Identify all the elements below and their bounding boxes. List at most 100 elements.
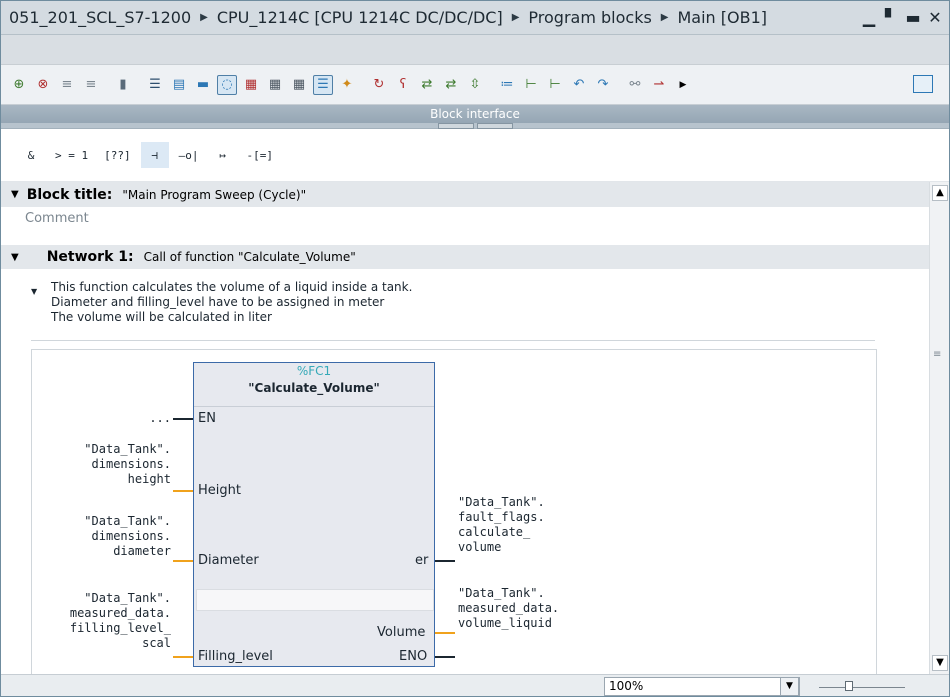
append-row-icon[interactable]: ≡ <box>81 75 101 95</box>
absolute-relative-icon[interactable]: ☰ <box>145 75 165 95</box>
function-block-header: %FC1 "Calculate_Volume" <box>194 363 434 407</box>
block-name[interactable]: "Calculate_Volume" <box>194 381 434 395</box>
network-comment[interactable]: ▼ This function calculates the volume of… <box>31 280 413 325</box>
operand-line: scal <box>142 636 171 650</box>
pin-filler <box>196 589 434 611</box>
modify-icon[interactable]: ʕ <box>393 75 413 95</box>
pin-filling-level: Filling_level <box>198 649 273 664</box>
network-title[interactable]: Call of function "Calculate_Volume" <box>144 250 356 264</box>
filling-level-wire <box>173 656 193 658</box>
operand-line: "Data_Tank". <box>84 591 171 605</box>
insert-row-icon[interactable]: ≡ <box>57 75 77 95</box>
open-branch-button[interactable]: ⊣ <box>140 142 169 168</box>
block-comment[interactable]: Comment <box>1 207 929 229</box>
block-interface-bar[interactable]: Block interface <box>1 105 949 123</box>
breadcrumb-program-blocks[interactable]: Program blocks <box>528 8 651 27</box>
split-view-icon[interactable] <box>913 75 933 93</box>
volume-wire <box>435 632 455 634</box>
chevron-right-icon: ▶ <box>200 12 208 23</box>
network-comments-icon[interactable]: ◌ <box>217 74 237 95</box>
block-title-label: Block title: <box>26 186 113 203</box>
breadcrumb: 051_201_SCL_S7-1200 ▶ CPU_1214C [CPU 121… <box>1 8 767 27</box>
function-block-calculate-volume[interactable]: %FC1 "Calculate_Volume" <box>193 362 435 667</box>
and-box-button[interactable]: & <box>17 142 45 168</box>
layout-icon[interactable]: ⇀ <box>649 75 669 95</box>
reset-icon[interactable]: ↻ <box>369 75 389 95</box>
breakpoint-icon[interactable]: ▦ <box>265 75 285 95</box>
scroll-up-icon[interactable]: ▲ <box>932 185 948 201</box>
or-box-button[interactable]: > = 1 <box>49 142 94 168</box>
zoom-select[interactable]: 100% ▼ <box>604 677 800 696</box>
operand-line: filling_level_ <box>69 621 171 635</box>
network-comment-line: This function calculates the volume of a… <box>51 280 413 294</box>
collapse-triangle-icon[interactable]: ▼ <box>11 189 19 200</box>
zoom-value: 100% <box>609 679 644 693</box>
negate-contact-button[interactable]: —o| <box>173 142 205 168</box>
pin-en: EN <box>198 411 216 426</box>
collapse-triangle-icon[interactable]: ▼ <box>11 252 19 263</box>
compare-icon[interactable]: ⊢ <box>545 75 565 95</box>
operand-volume[interactable]: "Data_Tank". measured_data. volume_liqui… <box>458 586 598 631</box>
divider <box>31 340 875 341</box>
share-icon[interactable]: ↷ <box>593 75 613 95</box>
delete-network-icon[interactable]: ⊗ <box>33 75 53 95</box>
network-comment-line: Diameter and filling_level have to be as… <box>51 295 385 309</box>
breadcrumb-cpu[interactable]: CPU_1214C [CPU 1214C DC/DC/DC] <box>217 8 503 27</box>
close-networks-icon[interactable]: ▬ <box>193 75 213 95</box>
toolbar-overflow-icon[interactable]: ▶ <box>673 75 693 95</box>
reload-icon[interactable]: ↶ <box>569 75 589 95</box>
update-icon[interactable]: ⇄ <box>441 75 461 95</box>
scroll-down-icon[interactable]: ▼ <box>932 655 948 671</box>
block-title-row[interactable]: ▼ Block title: "Main Program Sweep (Cycl… <box>1 182 929 207</box>
chevron-down-icon[interactable]: ▼ <box>780 677 799 696</box>
network-comment-line: The volume will be calculated in liter <box>51 310 272 324</box>
call-hierarchy-icon[interactable]: ▦ <box>289 75 309 95</box>
maximize-icon[interactable]: ▬ <box>905 7 921 27</box>
reset-start-values-icon[interactable]: ▮ <box>113 75 133 95</box>
operand-en[interactable]: ... <box>121 411 171 426</box>
assignment-button[interactable]: ↦ <box>209 142 237 168</box>
open-networks-icon[interactable]: ▤ <box>169 75 189 95</box>
list-icon[interactable]: ≔ <box>497 75 517 95</box>
operand-line: calculate_ <box>458 525 531 539</box>
jump-icon[interactable]: ⇳ <box>465 75 485 95</box>
empty-box-button[interactable]: [??] <box>98 142 137 168</box>
close-icon[interactable]: ✕ <box>927 7 943 27</box>
favorites-icon[interactable]: ▦ <box>241 75 261 95</box>
operand-line: dimensions. <box>91 457 171 471</box>
operand-line: height <box>127 472 171 486</box>
breadcrumb-main[interactable]: Main [OB1] <box>678 8 768 27</box>
insert-network-icon[interactable]: ⊕ <box>9 75 29 95</box>
slider-thumb[interactable] <box>845 681 853 691</box>
rung-icon[interactable]: ⊢ <box>521 75 541 95</box>
er-wire <box>435 560 455 562</box>
float-icon[interactable]: ▘ <box>883 7 899 27</box>
show-more-icon[interactable]: ⚯ <box>625 75 645 95</box>
diameter-wire <box>173 560 193 562</box>
toolbar: ⊕ ⊗ ≡ ≡ ▮ ☰ ▤ ▬ ◌ ▦ ▦ ▦ ☰ ✦ ↻ ʕ ⇄ ⇄ ⇳ ≔ … <box>1 65 949 105</box>
monitor-icon[interactable]: ✦ <box>337 75 357 95</box>
scroll-grip-icon[interactable]: ≡ <box>933 349 941 360</box>
jump-next-error-icon[interactable]: ☰ <box>313 74 333 95</box>
pin-height: Height <box>198 483 241 498</box>
operand-height[interactable]: "Data_Tank". dimensions. height <box>41 442 171 487</box>
set-coil-button[interactable]: -[=] <box>241 142 280 168</box>
collapse-triangle-icon[interactable]: ▼ <box>31 284 37 299</box>
operand-line: fault_flags. <box>458 510 545 524</box>
title-bar: 051_201_SCL_S7-1200 ▶ CPU_1214C [CPU 121… <box>1 1 949 35</box>
en-wire <box>173 418 193 420</box>
go-to-icon[interactable]: ⇄ <box>417 75 437 95</box>
breadcrumb-project[interactable]: 051_201_SCL_S7-1200 <box>9 8 191 27</box>
network-1-header[interactable]: ▼ Network 1: Call of function "Calculate… <box>1 245 929 269</box>
block-title-value[interactable]: "Main Program Sweep (Cycle)" <box>122 188 306 202</box>
operand-er[interactable]: "Data_Tank". fault_flags. calculate_ vol… <box>458 495 598 555</box>
vertical-scrollbar[interactable]: ▲ ≡ ▼ <box>929 182 949 674</box>
operand-filling-level[interactable]: "Data_Tank". measured_data. filling_leve… <box>41 591 171 651</box>
zoom-slider[interactable] <box>819 681 905 693</box>
operand-diameter[interactable]: "Data_Tank". dimensions. diameter <box>41 514 171 559</box>
minimize-icon[interactable]: ▁ <box>861 7 877 27</box>
operand-line: "Data_Tank". <box>84 514 171 528</box>
operand-line: volume <box>458 540 502 554</box>
height-wire <box>173 490 193 492</box>
operand-line: dimensions. <box>91 529 171 543</box>
